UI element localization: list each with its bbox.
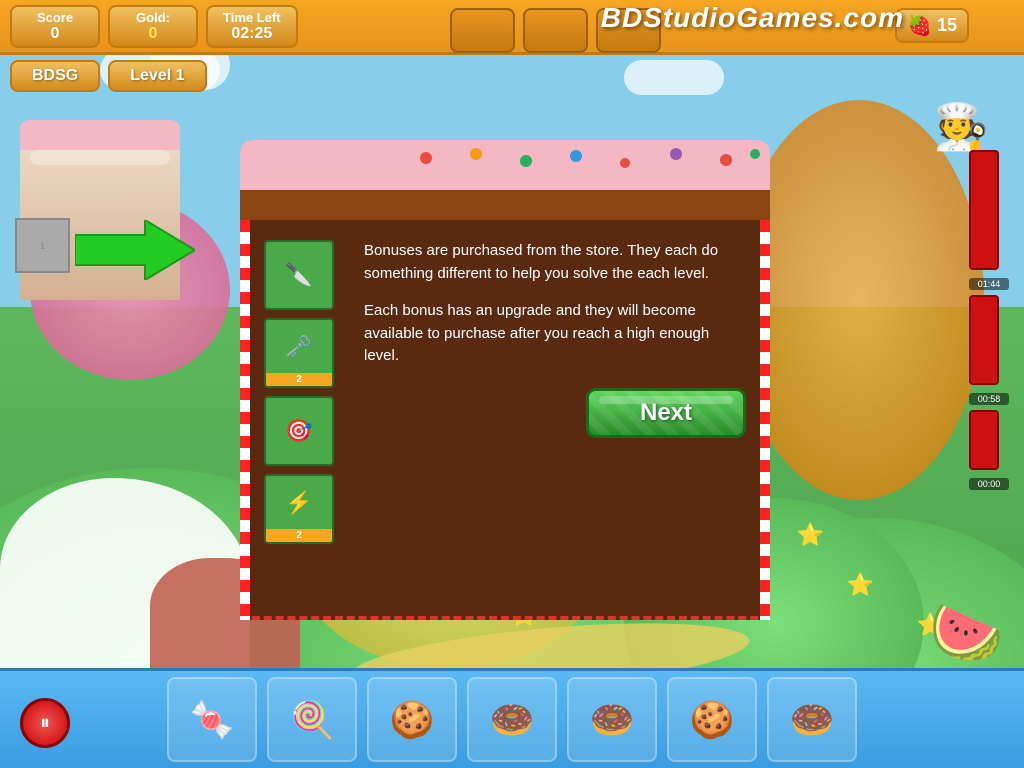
gold-box: Gold: 0 [108,5,198,48]
logo: BDStudioGames.com [601,2,904,34]
level-bar: BDSG Level 1 [10,60,207,92]
slot-2 [523,8,588,53]
bonus-icon-1: 🔪 [264,240,334,310]
timer-segment-1: 01:44 [969,278,1009,290]
bonus-icon-4-badge: 2 [266,529,332,542]
time-box: Time Left 02:25 [206,5,298,48]
tutorial-paragraph-2: Each bonus has an upgrade and they will … [364,300,746,368]
strawberry-count: 15 [937,15,957,36]
gold-label: Gold: [125,10,181,25]
bonus-icon-1-image: 🔪 [266,242,332,308]
tutorial-paragraph-1: Bonuses are purchased from the store. Th… [364,240,746,285]
slot-1 [450,8,515,53]
score-label: Score [27,10,83,25]
stripe-border-right [760,220,770,620]
timer-segment-3: 00:00 [969,478,1009,490]
player-name: BDSG [10,60,100,92]
score-value: 0 [27,25,83,43]
direction-arrow [75,220,195,285]
bottom-item-2[interactable]: 🍭 [267,677,357,762]
next-button-label: Next [640,399,692,426]
bottom-item-4[interactable]: 🍩 [467,677,557,762]
bonus-icon-3-image: 🎯 [266,398,332,464]
tutorial-modal: 🔪 🗝️ 2 🎯 ⚡ 2 Bonuses are purchased from … [240,140,770,620]
strawberry-icon: 🍓 [907,13,932,38]
score-box: Score 0 [10,5,100,48]
gold-value: 0 [125,25,181,43]
bottom-item-7[interactable]: 🍩 [767,677,857,762]
bonus-icons-panel: 🔪 🗝️ 2 🎯 ⚡ 2 [264,240,344,596]
bonus-icon-4-image: ⚡ [266,476,332,529]
tutorial-text: Bonuses are purchased from the store. Th… [364,240,746,368]
timer-bar: 01:44 00:58 00:00 [969,150,1009,490]
grid-cell: 1 [15,218,70,273]
bonus-icon-2: 🗝️ 2 [264,318,334,388]
chef-character: 🧑‍🍳 [933,100,989,153]
bottom-item-bar: 🍬 🍭 🍪 🍩 🍩 🍪 🍩 [0,668,1024,768]
bottom-item-5[interactable]: 🍩 [567,677,657,762]
bonus-icon-2-image: 🗝️ [266,320,332,373]
bonus-icon-3: 🎯 [264,396,334,466]
modal-body: 🔪 🗝️ 2 🎯 ⚡ 2 Bonuses are purchased from … [240,220,770,620]
timer-segment-2: 00:58 [969,393,1009,405]
level-display: Level 1 [108,60,206,92]
watermelon-decoration: 🍉 [929,597,1004,668]
time-label: Time Left [223,10,281,25]
tutorial-text-panel: Bonuses are purchased from the store. Th… [364,240,746,596]
next-button[interactable]: Next [586,388,746,438]
bottom-item-1[interactable]: 🍬 [167,677,257,762]
time-value: 02:25 [223,25,281,43]
bonus-icon-2-badge: 2 [266,373,332,386]
pause-button[interactable]: ⏸ [20,698,70,748]
bonus-icon-4: ⚡ 2 [264,474,334,544]
bottom-item-3[interactable]: 🍪 [367,677,457,762]
cake-icing [240,140,770,195]
strawberry-counter: 🍓 15 [895,8,969,43]
bottom-item-6[interactable]: 🍪 [667,677,757,762]
stripe-border-left [240,220,250,620]
